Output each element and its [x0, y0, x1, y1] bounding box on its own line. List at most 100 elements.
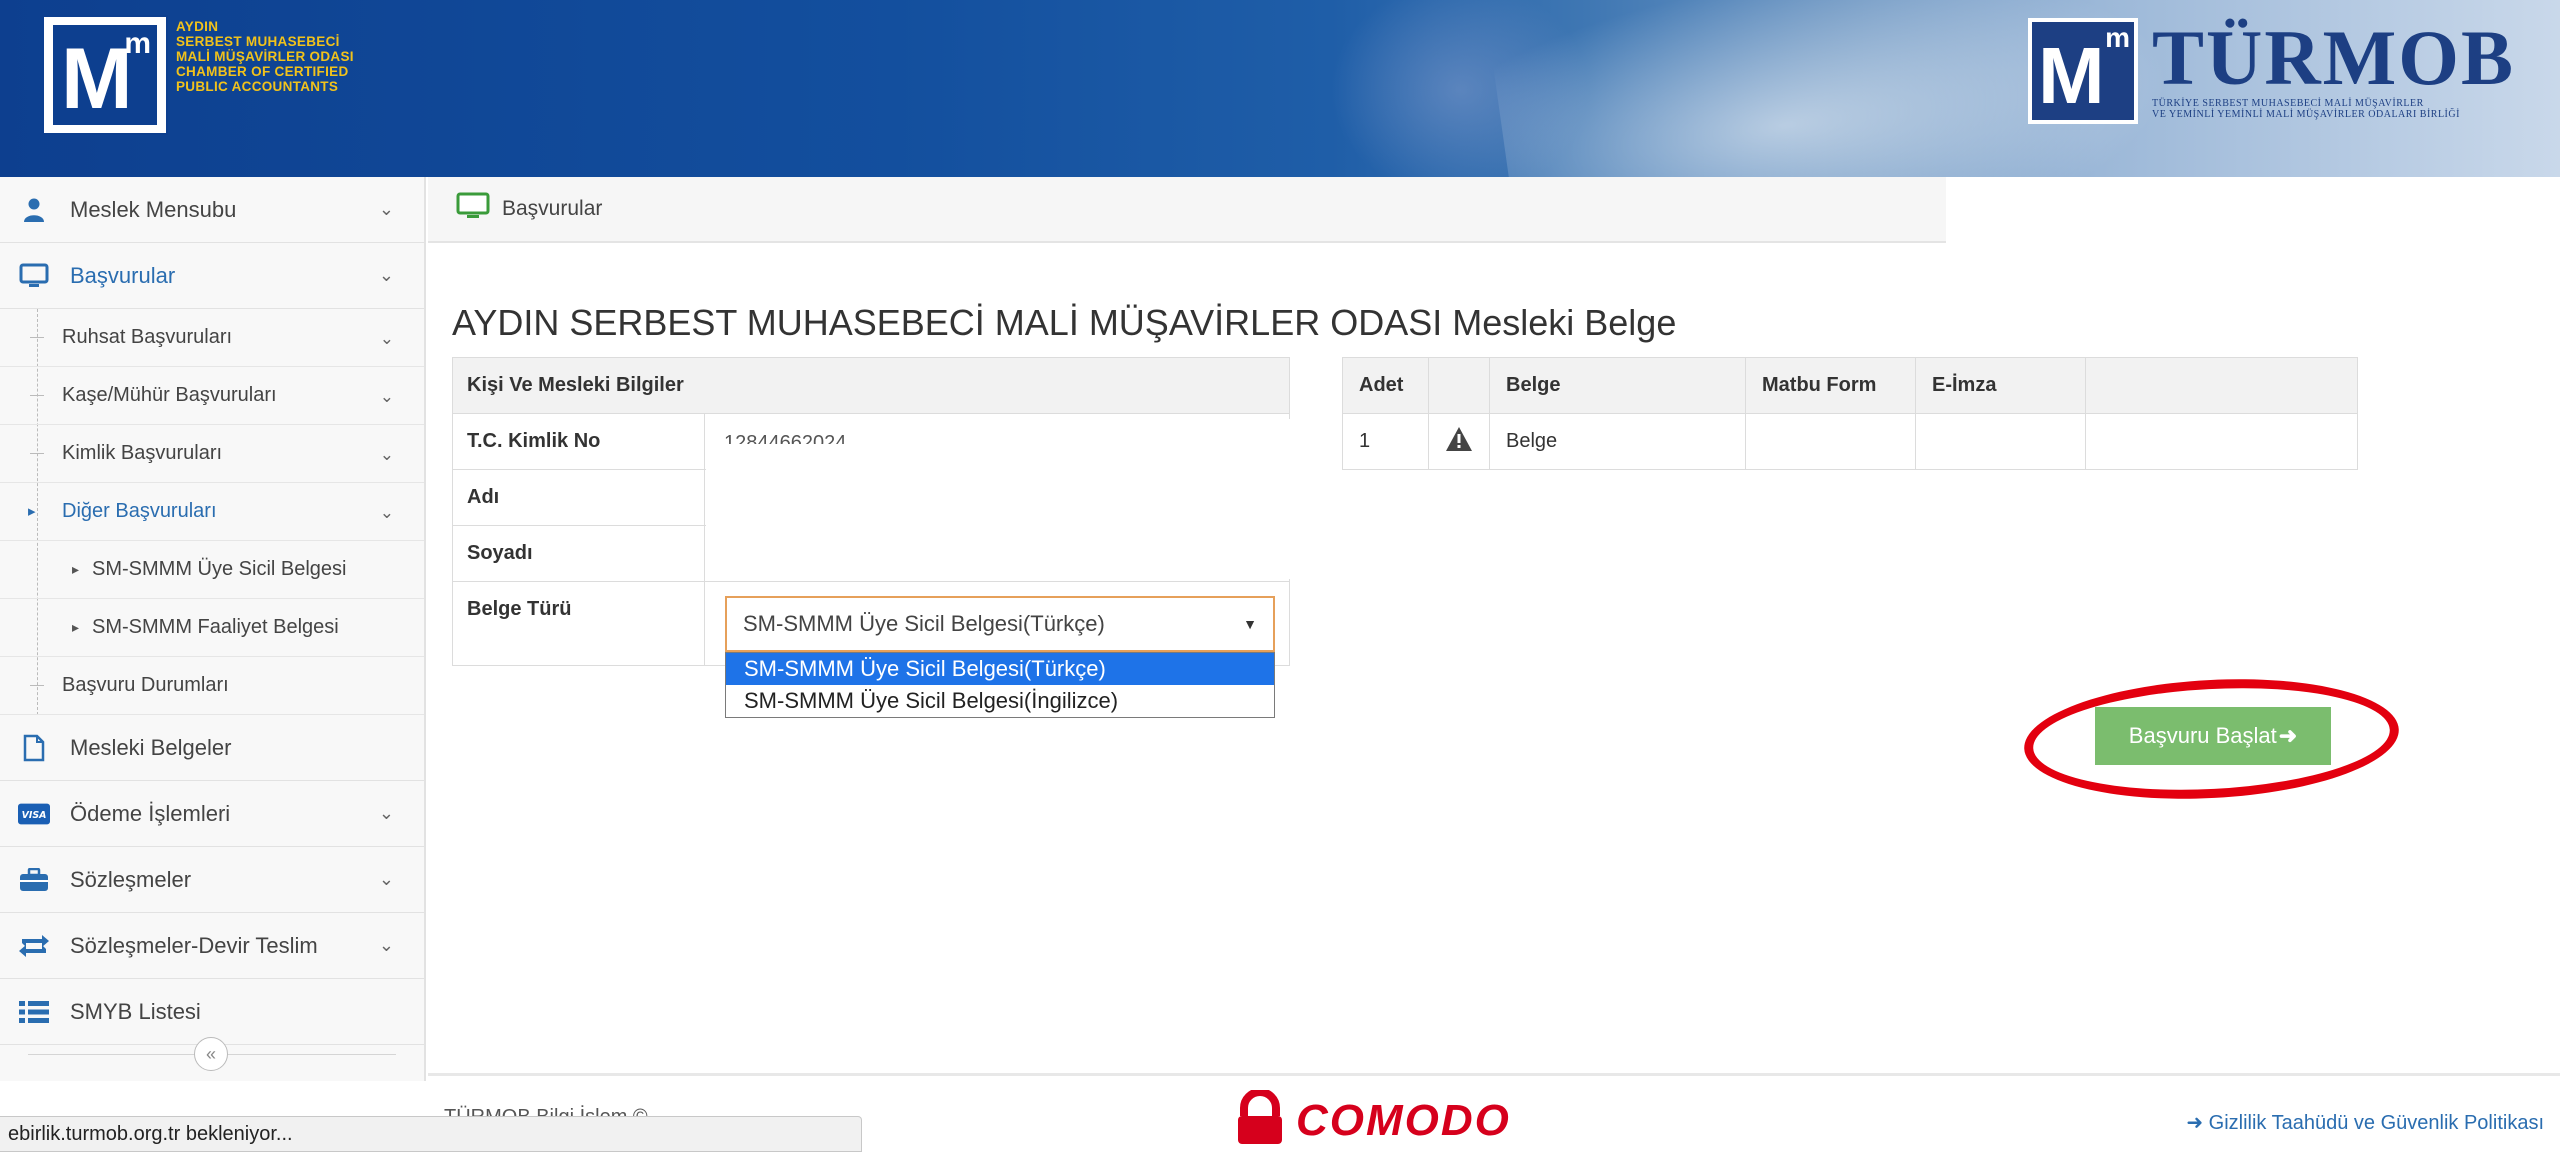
- field-label: Adı: [452, 469, 705, 526]
- field-label: T.C. Kimlik No: [452, 413, 705, 470]
- comodo-seal[interactable]: COMODO: [1232, 1088, 1511, 1151]
- basvurular-submenu: Ruhsat Başvuruları ⌄ Kaşe/Mühür Başvurul…: [0, 309, 424, 715]
- cell-extra: [2085, 413, 2358, 470]
- sidebar-subitem-label: Kaşe/Mühür Başvuruları: [62, 384, 277, 406]
- briefcase-icon: [18, 864, 50, 896]
- warning-icon: [1428, 413, 1490, 470]
- chamber-logo-line: AYDIN: [176, 19, 219, 34]
- dropdown-option[interactable]: SM-SMMM Üye Sicil Belgesi(İngilizce): [726, 685, 1274, 717]
- sidebar-subitem-ruhsat[interactable]: Ruhsat Başvuruları ⌄: [0, 309, 424, 367]
- sidebar-collapse-button[interactable]: «: [194, 1037, 228, 1071]
- header-banner: Mm AYDIN SERBEST MUHASEBECİ MALİ MÜŞAVİR…: [0, 0, 2560, 177]
- sidebar-item-basvurular[interactable]: Başvurular ⌄: [0, 243, 424, 309]
- sidebar-item-sozlesmeler[interactable]: Sözleşmeler ⌄: [0, 847, 424, 913]
- chevron-down-icon: ⌄: [378, 265, 394, 285]
- comodo-word: COMODO: [1296, 1095, 1511, 1145]
- retweet-icon: [18, 930, 50, 962]
- sidebar-item-label: Mesleki Belgeler: [70, 734, 232, 760]
- column-header-icon: [1428, 357, 1490, 414]
- sidebar-item-mesleki-belgeler[interactable]: Mesleki Belgeler: [0, 715, 424, 781]
- sidebar-item-meslek-mensubu[interactable]: Meslek Mensubu ⌄: [0, 177, 424, 243]
- turmob-logo-sub: VE YEMİNLİ YEMİNLİ MALİ MÜŞAVİRLER ODALA…: [2152, 109, 2460, 120]
- cell-adet: 1: [1342, 413, 1429, 470]
- chevron-down-icon: ⌄: [379, 445, 394, 464]
- page-title: AYDIN SERBEST MUHASEBECİ MALİ MÜŞAVİRLER…: [452, 302, 1677, 343]
- breadcrumb-label[interactable]: Başvurular: [502, 197, 602, 221]
- user-icon: [18, 194, 50, 226]
- caret-right-icon: ▸: [72, 619, 80, 635]
- chevron-down-icon: ⌄: [379, 329, 394, 348]
- turmob-logo-mark: Mm: [2028, 18, 2138, 124]
- chamber-logo-text: AYDIN SERBEST MUHASEBECİ MALİ MÜŞAVİRLER…: [176, 19, 354, 133]
- caret-down-icon: ▼: [1243, 616, 1257, 632]
- sidebar-item-label: Başvurular: [70, 262, 176, 288]
- dropdown-option[interactable]: SM-SMMM Üye Sicil Belgesi(Türkçe): [726, 653, 1274, 685]
- field-label: Soyadı: [452, 525, 705, 582]
- table-header-row: Kişi Ve Mesleki Bilgiler: [452, 357, 1290, 414]
- column-header-e-imza: E-İmza: [1915, 357, 2086, 414]
- sidebar-subitem-kase-muhur[interactable]: Kaşe/Mühür Başvuruları ⌄: [0, 367, 424, 425]
- chevron-down-icon: ⌄: [378, 199, 394, 219]
- document-table: Adet Belge Matbu Form E-İmza 1 Belge: [1342, 357, 2358, 470]
- chevron-down-icon: ⌄: [378, 935, 394, 955]
- sidebar-collapse-row: «: [0, 1032, 424, 1076]
- sidebar-subsubitem-label: SM-SMMM Faaliyet Belgesi: [92, 616, 339, 638]
- table-row: 1 Belge: [1342, 413, 2358, 470]
- sidebar-item-label: Sözleşmeler: [70, 866, 192, 892]
- sidebar-subitem-label: Başvuru Durumları: [62, 674, 229, 696]
- field-label: Belge Türü: [452, 581, 705, 666]
- list-icon: [18, 996, 50, 1028]
- caret-right-icon: ▸: [28, 503, 36, 520]
- chevron-down-icon: ⌄: [379, 387, 394, 406]
- belge-turu-select-value: SM-SMMM Üye Sicil Belgesi(Türkçe): [743, 611, 1105, 636]
- sidebar-item-label: SMYB Listesi: [70, 998, 201, 1024]
- browser-status-bar: ebirlik.turmob.org.tr bekleniyor...: [0, 1116, 862, 1152]
- sidebar-subitem-basvuru-durumlari[interactable]: Başvuru Durumları: [0, 657, 424, 715]
- sidebar-item-label: Sözleşmeler-Devir Teslim: [70, 932, 318, 958]
- monitor-icon: [456, 192, 490, 226]
- column-header-matbu-form: Matbu Form: [1745, 357, 1916, 414]
- sidebar-subitem-diger[interactable]: ▸ Diğer Başvuruları ⌄: [0, 483, 424, 541]
- chamber-logo-line: MALİ MÜŞAVİRLER ODASI: [176, 49, 354, 64]
- chamber-logo-line: CHAMBER OF CERTIFIED: [176, 64, 349, 79]
- column-header-adet: Adet: [1342, 357, 1429, 414]
- caret-right-icon: ▸: [72, 561, 80, 577]
- belge-turu-dropdown: SM-SMMM Üye Sicil Belgesi(Türkçe) SM-SMM…: [725, 652, 1275, 718]
- sidebar: Meslek Mensubu ⌄ Başvurular ⌄ Ruhsat Baş…: [0, 177, 426, 1081]
- chamber-logo[interactable]: Mm AYDIN SERBEST MUHASEBECİ MALİ MÜŞAVİR…: [42, 15, 354, 135]
- lock-icon: [1232, 1088, 1288, 1151]
- sidebar-subitem-label: Ruhsat Başvuruları: [62, 326, 233, 348]
- cell-belge: Belge: [1489, 413, 1746, 470]
- svg-text:VISA: VISA: [22, 809, 47, 820]
- sidebar-item-label: Ödeme İşlemleri: [70, 800, 231, 826]
- column-header-extra: [2085, 357, 2358, 414]
- visa-card-icon: VISA: [18, 798, 50, 830]
- sidebar-item-label: Meslek Mensubu: [70, 196, 237, 222]
- sidebar-subitem-label: Kimlik Başvuruları: [62, 442, 223, 464]
- document-icon: [18, 732, 50, 764]
- red-annotation-circle: [2021, 670, 2402, 808]
- sidebar-subitem-label: Diğer Başvuruları: [62, 500, 217, 522]
- sidebar-item-odeme[interactable]: VISA Ödeme İşlemleri ⌄: [0, 781, 424, 847]
- chevron-down-icon: ⌄: [378, 803, 394, 823]
- chevron-down-icon: ⌄: [379, 503, 394, 522]
- turmob-logo-name: TÜRMOB: [2152, 14, 2515, 101]
- sidebar-subsubitem-uye-sicil[interactable]: ▸ SM-SMMM Üye Sicil Belgesi: [0, 541, 424, 599]
- privacy-link[interactable]: ➜ Gizlilik Taahüdü ve Güvenlik Politikas…: [2186, 1110, 2544, 1135]
- table-header-cell: Kişi Ve Mesleki Bilgiler: [452, 357, 1290, 414]
- chamber-logo-mark: Mm: [42, 15, 168, 135]
- sidebar-subitem-kimlik[interactable]: Kimlik Başvuruları ⌄: [0, 425, 424, 483]
- column-header-belge: Belge: [1489, 357, 1746, 414]
- tc-kimlik-value: 12844662024: [724, 432, 847, 444]
- sidebar-item-devir-teslim[interactable]: Sözleşmeler-Devir Teslim ⌄: [0, 913, 424, 979]
- table-header-row: Adet Belge Matbu Form E-İmza: [1342, 357, 2358, 414]
- arrow-right-icon: ➜: [2186, 1112, 2204, 1134]
- breadcrumb: Başvurular: [428, 177, 1946, 243]
- monitor-icon: [18, 260, 50, 292]
- belge-turu-select[interactable]: SM-SMMM Üye Sicil Belgesi(Türkçe) ▼: [725, 596, 1275, 652]
- turmob-logo[interactable]: Mm TÜRMOB TÜRKİYE SERBEST MUHASEBECİ MAL…: [2028, 18, 2515, 124]
- sidebar-subsubitem-label: SM-SMMM Üye Sicil Belgesi: [92, 558, 347, 580]
- chevron-down-icon: ⌄: [378, 869, 394, 889]
- sidebar-subsubitem-faaliyet[interactable]: ▸ SM-SMMM Faaliyet Belgesi: [0, 599, 424, 657]
- privacy-link-label: Gizlilik Taahüdü ve Güvenlik Politikası: [2208, 1112, 2544, 1134]
